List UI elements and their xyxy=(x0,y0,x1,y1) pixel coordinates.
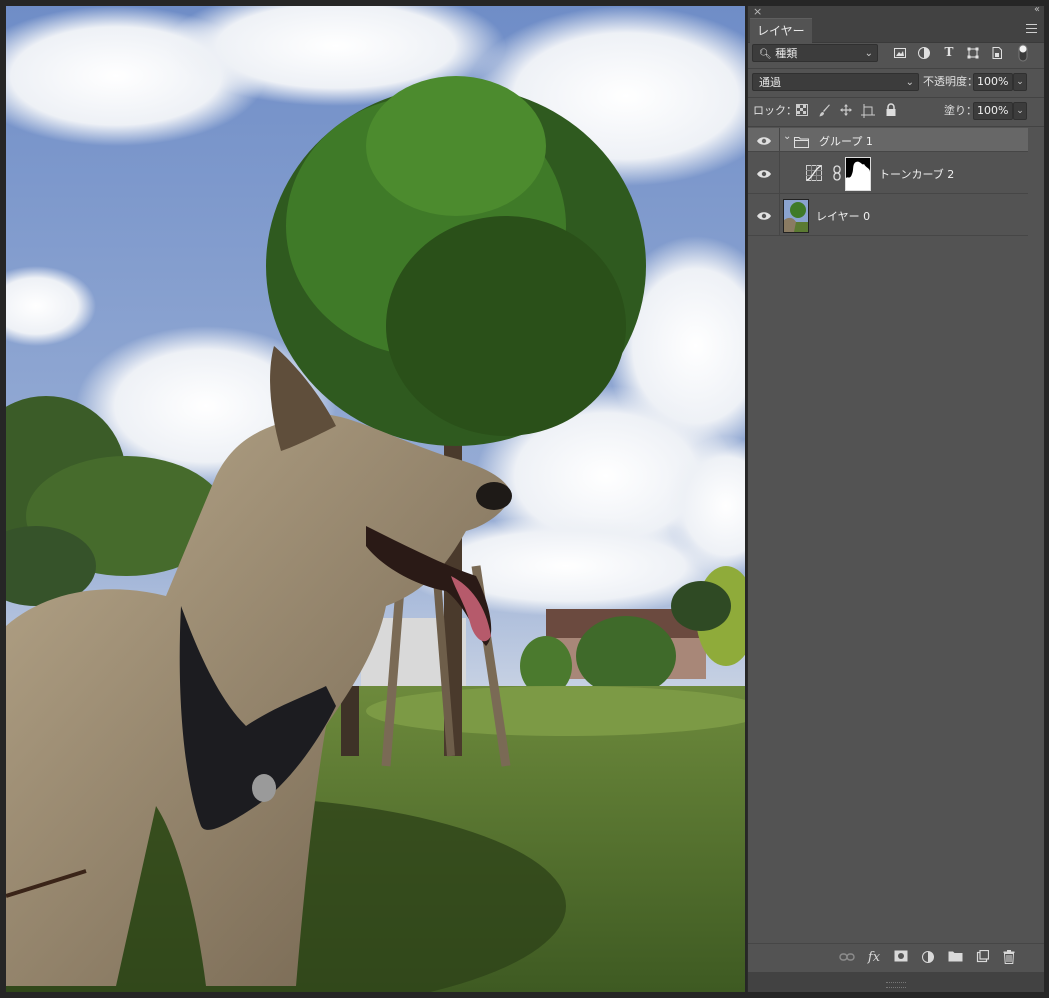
lock-transparent-icon[interactable] xyxy=(795,104,809,118)
opacity-label: 不透明度： xyxy=(923,75,978,88)
filter-kind-dropdown[interactable]: 🔍︎ 種類 ⌄ xyxy=(752,44,878,62)
lock-row: ロック： 塗り： 100% ⌄ xyxy=(748,102,1044,122)
separator xyxy=(748,68,1044,69)
new-layer-icon[interactable] xyxy=(974,949,990,966)
layer-name[interactable]: レイヤー 0 xyxy=(816,208,870,224)
opacity-slider-toggle[interactable]: ⌄ xyxy=(1013,73,1027,91)
lock-all-icon[interactable] xyxy=(884,103,898,117)
canvas-image xyxy=(6,6,745,992)
adjustment-icon[interactable] xyxy=(920,950,936,966)
link-icon[interactable] xyxy=(839,950,855,966)
blend-mode-value: 通過 xyxy=(759,76,781,89)
filter-kind-label: 種類 xyxy=(775,47,798,60)
chevron-down-icon: ⌄ xyxy=(864,48,873,59)
panel-bottom-bar: fx xyxy=(748,943,1044,972)
row-divider xyxy=(779,128,780,151)
folder-icon xyxy=(794,133,809,152)
filter-toggle-icon[interactable] xyxy=(1016,44,1030,62)
resize-grip[interactable] xyxy=(886,982,906,988)
layer-mask-thumbnail[interactable] xyxy=(845,157,871,191)
trash-icon[interactable] xyxy=(1001,950,1017,966)
blend-row: 通過 ⌄ 不透明度： 100% ⌄ xyxy=(748,73,1044,93)
mask-icon[interactable] xyxy=(893,950,909,966)
lock-move-icon[interactable] xyxy=(839,103,853,117)
panel-menu-icon[interactable] xyxy=(1026,24,1037,33)
tab-layers[interactable]: レイヤー xyxy=(750,18,812,43)
folder-icon[interactable] xyxy=(947,950,963,966)
visibility-eye-icon[interactable] xyxy=(756,208,772,222)
row-divider xyxy=(779,194,780,235)
separator xyxy=(748,97,1044,98)
smart-object-filter-icon[interactable] xyxy=(990,46,1004,60)
curves-adjustment-icon xyxy=(806,165,822,185)
layers-panel: × ‹‹ レイヤー 🔍︎ 種類 ⌄ T 通過 ⌄ 不透明度： 100% ⌄ ロッ… xyxy=(747,4,1044,992)
panel-tab-row: レイヤー xyxy=(748,18,1044,43)
fill-input[interactable]: 100% xyxy=(973,102,1013,120)
separator xyxy=(748,126,1044,127)
panel-title-strip: × ‹‹ xyxy=(748,4,1044,18)
layer-row-tone-curve-2[interactable]: トーンカーブ 2 xyxy=(748,152,1028,194)
fx-icon[interactable]: fx xyxy=(866,950,882,966)
layer-thumbnail[interactable] xyxy=(783,199,809,233)
opacity-input[interactable]: 100% xyxy=(973,73,1013,91)
lock-brush-icon[interactable] xyxy=(818,104,832,118)
filter-row: 🔍︎ 種類 ⌄ T xyxy=(748,44,1044,66)
type-filter-icon[interactable]: T xyxy=(942,45,956,59)
close-icon[interactable]: × xyxy=(753,5,762,18)
lock-artboard-icon[interactable] xyxy=(861,104,875,118)
chain-link-icon[interactable] xyxy=(833,165,841,185)
visibility-eye-icon[interactable] xyxy=(756,133,772,147)
shape-filter-icon[interactable] xyxy=(966,46,980,60)
chevron-down-icon[interactable]: ⌄ xyxy=(783,131,791,142)
document-canvas[interactable] xyxy=(6,6,745,992)
layer-name[interactable]: グループ 1 xyxy=(819,133,873,149)
collapse-icon[interactable]: ‹‹ xyxy=(1034,4,1040,15)
row-divider xyxy=(779,152,780,193)
chevron-down-icon: ⌄ xyxy=(905,77,914,88)
layer-row-group-1[interactable]: ⌄ グループ 1 xyxy=(748,128,1028,152)
visibility-eye-icon[interactable] xyxy=(756,166,772,180)
image-filter-icon[interactable] xyxy=(893,46,907,60)
layer-row-layer-0[interactable]: レイヤー 0 xyxy=(748,194,1028,236)
fill-slider-toggle[interactable]: ⌄ xyxy=(1013,102,1027,120)
lock-label: ロック： xyxy=(753,104,797,117)
blend-mode-dropdown[interactable]: 通過 ⌄ xyxy=(752,73,919,91)
search-icon: 🔍︎ xyxy=(759,49,772,60)
layer-name[interactable]: トーンカーブ 2 xyxy=(879,166,954,182)
panel-footer xyxy=(748,972,1044,992)
adjustment-filter-icon[interactable] xyxy=(917,46,931,60)
